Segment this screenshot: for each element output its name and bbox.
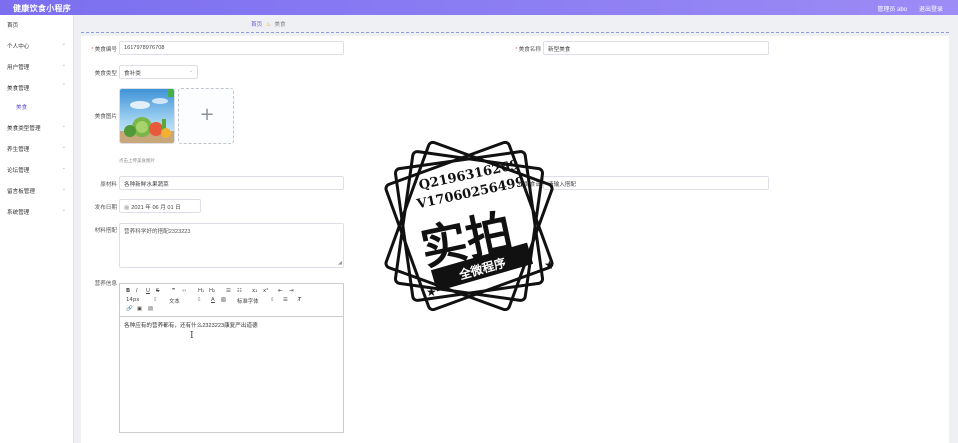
clear-format-icon[interactable]: T̸	[298, 297, 301, 303]
video-icon[interactable]: ▤	[148, 306, 153, 312]
type-select[interactable]: 食补类 ⌄	[119, 65, 198, 79]
tips-input[interactable]: 请输入搭配	[543, 176, 769, 190]
chevron-down-icon: ⌄	[61, 186, 66, 192]
chevron-down-icon: ⌄	[61, 207, 66, 213]
quote-button[interactable]: ❞	[172, 288, 175, 294]
chevron-up-icon: ⌃	[61, 83, 66, 89]
sidebar-item-food[interactable]: 美食管理 ⌃	[0, 81, 74, 95]
heading1-button[interactable]: H₁	[198, 288, 204, 294]
heading2-button[interactable]: H₂	[209, 288, 215, 294]
underline-button[interactable]: U	[146, 288, 150, 294]
flame-icon: ♨	[265, 22, 271, 28]
sidebar-item-food-types[interactable]: 美食类型管理 ⌄	[0, 121, 74, 135]
breadcrumb-home[interactable]: 首页	[251, 22, 262, 28]
bold-button[interactable]: B	[126, 288, 130, 294]
font-kind-select[interactable]: 文本	[169, 297, 180, 305]
nutrition-label: 营养信息	[94, 281, 117, 287]
watermark-stamp: Q2196316269 V17060256499 实拍 全微程序 ★ ★	[374, 128, 564, 328]
star-icon: ★	[544, 258, 555, 272]
image-label: 美食图片	[94, 114, 117, 120]
background-color-icon[interactable]: ▧	[221, 297, 226, 303]
name-input[interactable]: 新型美食	[543, 41, 769, 55]
font-size-select[interactable]: 14px	[126, 297, 139, 303]
ordered-list-button[interactable]: ☰	[226, 288, 231, 294]
link-icon[interactable]: 🔗	[126, 306, 133, 312]
date-picker[interactable]: ▦ 2021 年 06 月 01 日	[119, 199, 201, 213]
sidebar-item-home[interactable]: 首页	[0, 18, 74, 32]
chevron-down-icon: ⇕	[153, 297, 158, 303]
outdent-button[interactable]: ⇤	[278, 288, 283, 294]
pairing-textarea[interactable]: 营养科学好的搭配2323223 ◢	[119, 223, 344, 268]
resize-grip-icon[interactable]: ◢	[338, 260, 342, 266]
subscript-button[interactable]: x₂	[252, 288, 257, 294]
image-upload[interactable]: +	[178, 88, 234, 144]
chevron-down-icon: ⇕	[270, 297, 275, 303]
vegetables-image	[120, 89, 174, 143]
divider	[81, 32, 949, 33]
sidebar-item-health[interactable]: 养生管理 ⌄	[0, 142, 74, 156]
chevron-down-icon: ⌄	[61, 123, 66, 129]
date-label: 发布日期	[94, 205, 117, 211]
editor-toolbar: B I U S ❞ ‹› H₁ H₂ ☰ ☷ x₂ x² ⇤ ⇥ 14px ⇕ …	[120, 284, 343, 317]
top-bar: 健康饮食小程序 管理员 abo 退出登录	[0, 0, 958, 15]
upload-hint: 点击上传美食图片	[119, 158, 155, 163]
chevron-down-icon: ⌄	[61, 144, 66, 150]
sidebar: 首页 个人中心 ⌄ 用户管理 ⌄ 美食管理 ⌃ 美食 美食类型管理 ⌄ 养生管理 ⌄ 论坛…	[0, 15, 74, 443]
chevron-down-icon: ⌄	[61, 165, 66, 171]
calendar-icon: ▦	[124, 205, 130, 211]
type-label: 美食类型	[94, 71, 117, 77]
strikethrough-button[interactable]: S	[156, 288, 159, 294]
sidebar-item-profile[interactable]: 个人中心 ⌄	[0, 39, 74, 53]
pairing-label: 材料搭配	[94, 228, 117, 234]
editor-content[interactable]: 各种应有的营养都有，还有什么2323223康复严出道德	[124, 321, 258, 329]
ingredients-input[interactable]: 各种新鲜水果蔬菜	[119, 176, 344, 190]
plus-icon: +	[199, 104, 215, 125]
breadcrumb: 首页 ♨ 美食	[251, 20, 286, 28]
sidebar-subitem-food[interactable]: 美食	[0, 100, 74, 114]
italic-button[interactable]: I	[136, 288, 138, 294]
font-color-button[interactable]: A	[211, 297, 215, 303]
font-family-select[interactable]: 标准字体	[237, 297, 259, 305]
superscript-button[interactable]: x²	[263, 288, 268, 294]
align-icon[interactable]: ☰	[283, 297, 288, 303]
food-image[interactable]	[119, 88, 175, 144]
ingredients-label: 原材料	[100, 182, 117, 188]
chevron-down-icon: ⌄	[61, 62, 66, 68]
image-icon[interactable]: ▣	[137, 306, 142, 312]
rich-text-editor[interactable]: B I U S ❞ ‹› H₁ H₂ ☰ ☷ x₂ x² ⇤ ⇥ 14px ⇕ …	[119, 283, 344, 433]
breadcrumb-current: 美食	[274, 22, 286, 28]
chevron-down-icon: ⌄	[61, 41, 66, 47]
star-icon: ★	[426, 285, 437, 299]
sidebar-item-messages[interactable]: 留言板管理 ⌄	[0, 184, 74, 198]
text-cursor-icon: I	[190, 331, 194, 341]
bullet-list-button[interactable]: ☷	[237, 288, 242, 294]
code-button[interactable]: ‹›	[182, 288, 186, 294]
indent-button[interactable]: ⇥	[289, 288, 294, 294]
sidebar-item-system[interactable]: 系统管理 ⌄	[0, 205, 74, 219]
app-title: 健康饮食小程序	[13, 4, 72, 13]
logout-link[interactable]: 退出登录	[919, 4, 943, 13]
code-label: *美食编号	[91, 47, 117, 53]
chevron-down-icon: ⌄	[188, 68, 193, 74]
code-input[interactable]: 1617978976708	[119, 41, 344, 55]
admin-label: 管理员 abo	[877, 7, 907, 13]
sidebar-item-forum[interactable]: 论坛管理 ⌄	[0, 163, 74, 177]
chevron-down-icon: ⇕	[197, 297, 202, 303]
sidebar-item-users[interactable]: 用户管理 ⌄	[0, 60, 74, 74]
name-label: *美食名称	[515, 47, 541, 53]
